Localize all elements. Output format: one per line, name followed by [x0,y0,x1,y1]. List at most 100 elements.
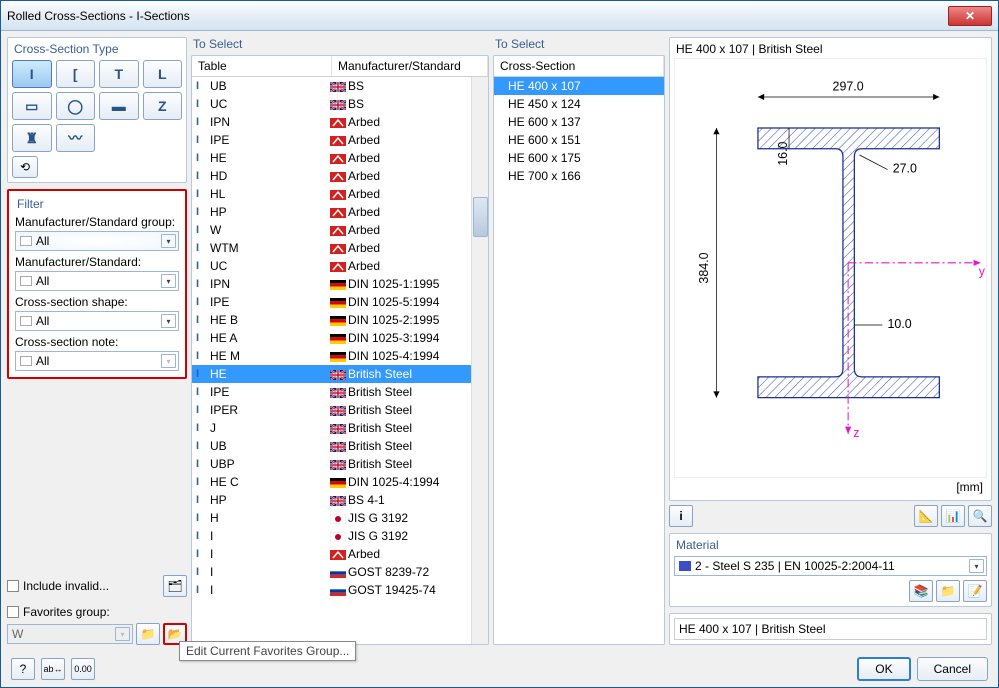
i-section-icon: I [196,80,210,92]
include-invalid-checkbox[interactable] [7,580,19,592]
filter-group: Filter Manufacturer/Standard group: All▾… [7,189,187,379]
table-row[interactable]: IIJIS G 3192 [192,527,488,545]
table-row[interactable]: IIPNArbed [192,113,488,131]
filter-mfg-combo[interactable]: All▾ [15,271,179,291]
table-row[interactable]: IIGOST 19425-74 [192,581,488,599]
axis-y: y [979,264,986,278]
search-button[interactable]: 🔍 [968,505,992,527]
table-row[interactable]: IIPNDIN 1025-1:1995 [192,275,488,293]
flag-icon [330,259,348,273]
table-row[interactable]: IUBBritish Steel [192,437,488,455]
table-row[interactable]: IIPERBritish Steel [192,401,488,419]
type-corrugated[interactable]: 〰 [56,124,96,152]
type-tee[interactable]: T [99,60,139,88]
info-button[interactable]: i [669,505,693,527]
flag-icon [330,529,348,543]
scrollbar-thumb[interactable] [473,197,488,237]
table-row[interactable]: IHEBritish Steel [192,365,488,383]
table-row[interactable]: IHLArbed [192,185,488,203]
close-button[interactable]: ✕ [948,6,992,26]
cross-section-row[interactable]: HE 700 x 166 [494,167,664,185]
flag-icon [330,367,348,381]
table-row[interactable]: IHEArbed [192,149,488,167]
dim-tw: 10.0 [888,317,912,331]
list1-col-table[interactable]: Table [192,56,332,76]
table-row[interactable]: IHE MDIN 1025-4:1994 [192,347,488,365]
table-row[interactable]: IIGOST 8239-72 [192,563,488,581]
i-section-icon: I [196,278,210,290]
type-flat[interactable]: ▬ [99,92,139,120]
table-row[interactable]: IIPEBritish Steel [192,383,488,401]
type-reset-button[interactable]: ⟲ [12,156,38,178]
type-round-hollow[interactable]: ◯ [56,92,96,120]
cross-section-row[interactable]: HE 600 x 175 [494,149,664,167]
flag-icon [330,439,348,453]
flag-icon [330,547,348,561]
table-row[interactable]: IUBBS [192,77,488,95]
favorites-combo[interactable]: W▾ [7,624,133,644]
filter-shape-combo[interactable]: All▾ [15,311,179,331]
material-library-button[interactable]: 📚 [909,580,933,602]
cancel-button[interactable]: Cancel [917,657,988,681]
flag-icon [330,457,348,471]
stress-lines-button[interactable]: 📊 [941,505,965,527]
material-combo[interactable]: 2 - Steel S 235 | EN 10025-2:2004-11 ▾ [674,556,987,576]
help-button[interactable]: ? [11,658,35,680]
i-section-icon: I [196,440,210,452]
include-invalid-settings-button[interactable]: 🗂 [163,575,187,597]
table-row[interactable]: IHJIS G 3192 [192,509,488,527]
cross-section-row[interactable]: HE 450 x 124 [494,95,664,113]
filter-mfg-group-combo[interactable]: All▾ [15,231,179,251]
material-edit-button[interactable]: 📝 [963,580,987,602]
flag-icon [330,583,348,597]
favorites-checkbox[interactable] [7,606,19,618]
type-i-section[interactable]: I [12,60,52,88]
list1-col-mfg[interactable]: Manufacturer/Standard [332,56,488,76]
ok-button[interactable]: OK [857,657,910,681]
table-row[interactable]: IWArbed [192,221,488,239]
section-props-button[interactable]: 📐 [914,505,938,527]
table-row[interactable]: IHDArbed [192,167,488,185]
table-row[interactable]: IJBritish Steel [192,419,488,437]
flag-icon [330,331,348,345]
flag-icon [330,187,348,201]
cross-section-row[interactable]: HE 400 x 107 [494,77,664,95]
i-section-icon: I [196,170,210,182]
precision-button[interactable]: 0.00 [71,658,95,680]
list2-col[interactable]: Cross-Section [494,56,664,76]
scrollbar-track[interactable] [471,77,488,644]
dim-r: 27.0 [893,162,917,176]
table-row[interactable]: IIPEArbed [192,131,488,149]
table-row[interactable]: IUCArbed [192,257,488,275]
type-rail[interactable]: ♜ [12,124,52,152]
flag-icon [330,151,348,165]
i-section-icon: I [196,386,210,398]
dim-width: 297.0 [833,80,864,94]
summary-field: HE 400 x 107 | British Steel [674,618,987,640]
type-channel[interactable]: [ [56,60,96,88]
i-section-icon: I [196,404,210,416]
table-row[interactable]: IUBPBritish Steel [192,455,488,473]
tooltip: Edit Current Favorites Group... [179,641,356,661]
table-row[interactable]: IHPArbed [192,203,488,221]
material-new-button[interactable]: 📁 [936,580,960,602]
flag-icon [330,205,348,219]
table-row[interactable]: IWTMArbed [192,239,488,257]
table-row[interactable]: IUCBS [192,95,488,113]
table-row[interactable]: IHE CDIN 1025-4:1994 [192,473,488,491]
filter-note-combo[interactable]: All▾ [15,351,179,371]
table-row[interactable]: IHE BDIN 1025-2:1995 [192,311,488,329]
units-button[interactable]: ab↔ [41,658,65,680]
flag-icon [330,313,348,327]
table-row[interactable]: IIPEDIN 1025-5:1994 [192,293,488,311]
type-rect-hollow[interactable]: ▭ [12,92,52,120]
cross-section-row[interactable]: HE 600 x 137 [494,113,664,131]
type-angle[interactable]: L [143,60,183,88]
favorites-new-button[interactable]: 📁 [136,623,160,645]
table-row[interactable]: IIArbed [192,545,488,563]
cross-section-row[interactable]: HE 600 x 151 [494,131,664,149]
preview-canvas: 297.0 384.0 [674,58,987,478]
table-row[interactable]: IHE ADIN 1025-3:1994 [192,329,488,347]
type-zee[interactable]: Z [143,92,183,120]
table-row[interactable]: IHPBS 4-1 [192,491,488,509]
